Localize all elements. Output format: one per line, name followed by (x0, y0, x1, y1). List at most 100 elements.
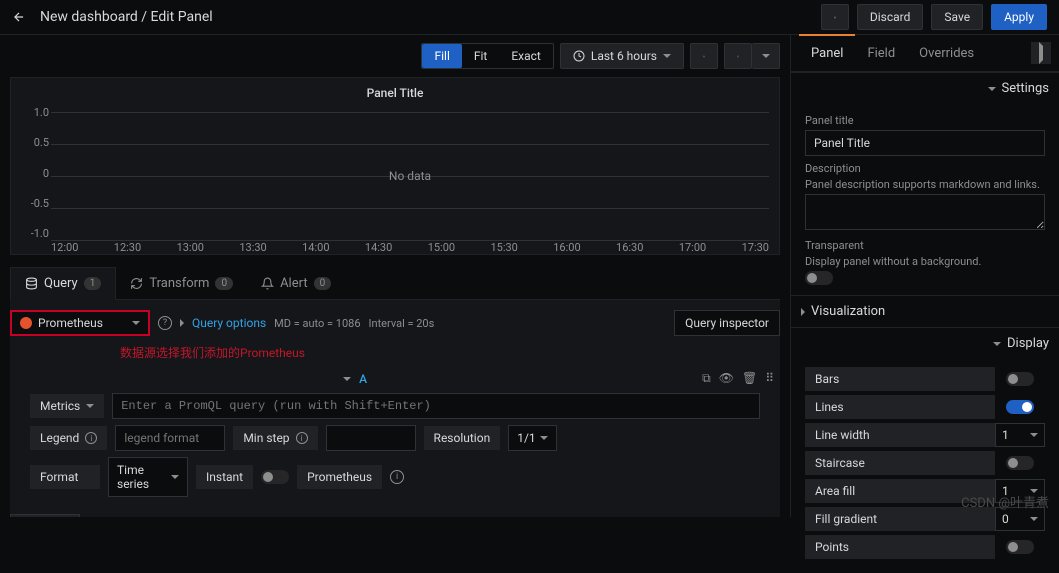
delete-query-icon[interactable]: 🗑 (742, 371, 757, 386)
transform-icon (130, 277, 143, 290)
query-inspector-button[interactable]: Query inspector (674, 310, 780, 336)
prometheus-logo-icon (20, 317, 32, 329)
apply-button[interactable]: Apply (991, 4, 1047, 30)
datasource-help-icon[interactable]: ? (158, 316, 172, 330)
resolution-label: Resolution (424, 426, 501, 450)
collapse-query-icon[interactable] (343, 377, 351, 381)
time-range-label: Last 6 hours (591, 49, 657, 63)
fit-tab[interactable]: Fit (462, 44, 499, 68)
tab-query-label: Query (44, 276, 78, 291)
transparent-label: Transparent (805, 239, 1045, 252)
datasource-select[interactable]: Prometheus (10, 310, 150, 336)
legend-input[interactable] (115, 425, 225, 451)
tab-alert-count: 0 (314, 277, 332, 290)
panel-title-input[interactable] (805, 130, 1045, 156)
prometheus-help-label: Prometheus (297, 465, 382, 489)
toggle-visibility-icon[interactable]: 👁 (719, 371, 734, 386)
promql-input[interactable] (112, 393, 760, 419)
legend-label: Legend i (30, 426, 107, 450)
tab-transform[interactable]: Transform 0 (116, 267, 247, 299)
description-label: Description (805, 162, 1045, 175)
staircase-label: Staircase (805, 451, 995, 475)
duplicate-query-icon[interactable]: ⧉ (702, 371, 711, 386)
info-icon[interactable]: i (390, 470, 404, 484)
y-axis: 1.00.50-0.5-1.0 (21, 106, 49, 240)
chevron-down-icon (762, 54, 770, 58)
refresh-interval-dropdown[interactable] (752, 43, 780, 69)
description-input[interactable] (805, 194, 1045, 230)
chevron-down-icon (663, 54, 671, 58)
bars-label: Bars (805, 367, 995, 391)
refresh-button[interactable] (724, 43, 752, 69)
chevron-down-icon (540, 436, 548, 440)
section-settings[interactable]: Settings (791, 72, 1059, 104)
format-label: Format (30, 465, 100, 489)
section-display[interactable]: Display (791, 327, 1059, 359)
database-icon (25, 277, 38, 290)
caret-right-icon (801, 308, 805, 316)
tab-query-count: 1 (84, 277, 102, 290)
info-icon[interactable]: i (296, 432, 308, 444)
view-mode-segmented: Fill Fit Exact (421, 43, 553, 69)
clock-icon (573, 50, 585, 62)
bars-toggle[interactable] (1006, 372, 1034, 386)
refresh-icon (737, 50, 739, 63)
transparent-toggle[interactable] (805, 271, 833, 285)
chevron-down-icon (171, 475, 179, 479)
minstep-label: Min step i (233, 426, 317, 450)
line-width-label: Line width (805, 423, 995, 447)
line-width-select[interactable]: 1 (995, 423, 1045, 447)
settings-button[interactable] (821, 4, 849, 30)
chevron-down-icon (132, 321, 140, 325)
time-range-picker[interactable]: Last 6 hours (560, 43, 684, 69)
instant-label: Instant (196, 465, 253, 489)
resolution-select[interactable]: 1/1 (508, 425, 556, 451)
caret-right-icon (1039, 42, 1043, 64)
points-toggle[interactable] (1006, 540, 1034, 554)
caret-right-icon[interactable] (180, 319, 184, 327)
panel-tab-field[interactable]: Field (855, 36, 907, 71)
panel-tab-overrides[interactable]: Overrides (907, 36, 986, 71)
tab-transform-count: 0 (215, 277, 233, 290)
drag-handle-icon[interactable]: ⠿ (765, 371, 774, 386)
lines-label: Lines (805, 395, 995, 419)
staircase-toggle[interactable] (1006, 456, 1034, 470)
tab-query[interactable]: Query 1 (10, 267, 116, 300)
discard-button[interactable]: Discard (857, 4, 924, 30)
info-icon[interactable]: i (85, 432, 97, 444)
x-axis: 12:0012:3013:0013:3014:0014:3015:0015:30… (51, 241, 769, 254)
chevron-down-icon (1030, 517, 1038, 521)
chevron-down-icon (1030, 433, 1038, 437)
back-arrow-icon[interactable] (12, 10, 26, 24)
format-select[interactable]: Time series (108, 457, 188, 497)
panel-expand-button[interactable] (1031, 42, 1051, 64)
lines-toggle[interactable] (1006, 400, 1034, 414)
tab-alert[interactable]: Alert 0 (247, 267, 345, 299)
tab-transform-label: Transform (149, 276, 209, 291)
minstep-input[interactable] (326, 425, 416, 451)
breadcrumb: New dashboard / Edit Panel (40, 9, 213, 25)
points-label: Points (805, 535, 995, 559)
description-hint: Panel description supports markdown and … (805, 178, 1045, 191)
query-id: A (359, 372, 367, 386)
transparent-hint: Display panel without a background. (805, 255, 1045, 268)
metrics-label[interactable]: Metrics (30, 394, 104, 418)
query-options-link[interactable]: Query options (192, 316, 266, 330)
no-data-label: No data (389, 169, 431, 183)
datasource-name: Prometheus (38, 316, 103, 330)
zoom-out-button[interactable] (690, 43, 718, 69)
exact-tab[interactable]: Exact (499, 44, 553, 68)
panel-title-label: Panel title (805, 114, 1045, 127)
tab-alert-label: Alert (280, 276, 308, 291)
datasource-annotation: 数据源选择我们添加的Prometheus (120, 342, 780, 367)
fill-tab[interactable]: Fill (422, 44, 461, 68)
save-button[interactable]: Save (931, 4, 983, 30)
instant-toggle[interactable] (261, 470, 289, 484)
chevron-down-icon (86, 404, 94, 408)
bell-icon (261, 277, 274, 290)
md-info: MD = auto = 1086 (274, 317, 360, 330)
panel-tab-panel[interactable]: Panel (799, 34, 855, 71)
interval-info: Interval = 20s (369, 317, 435, 330)
zoom-out-icon (703, 50, 705, 63)
section-visualization[interactable]: Visualization (791, 295, 1059, 327)
